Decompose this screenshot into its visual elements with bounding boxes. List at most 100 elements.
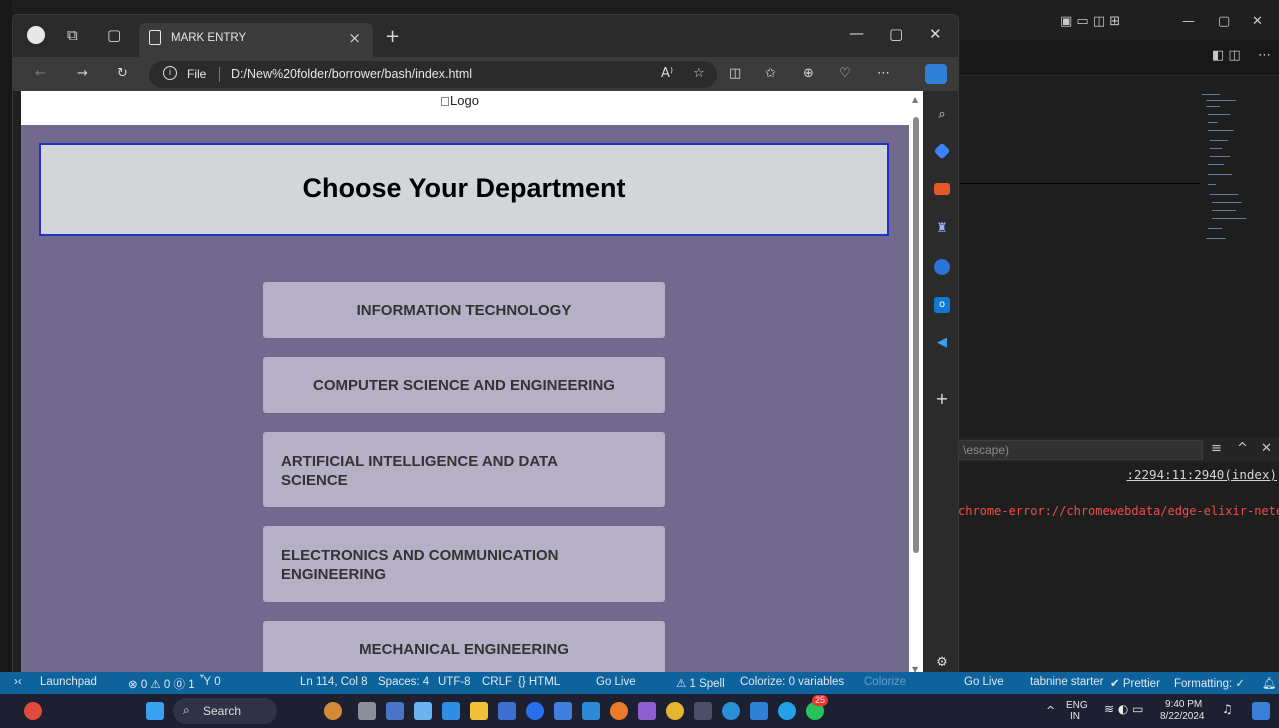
edge-active-icon[interactable] <box>778 702 796 720</box>
launchpad-item[interactable]: Launchpad <box>40 676 97 688</box>
colorize-vars[interactable]: Colorize: 0 variables <box>740 676 844 688</box>
file-explorer-icon[interactable] <box>470 702 488 720</box>
workspaces-icon[interactable]: ⧉ <box>67 26 78 44</box>
dept-button-ece[interactable]: ELECTRONICS AND COMMUNICATION ENGINEERIN… <box>263 526 665 602</box>
zoom-icon[interactable] <box>526 702 544 720</box>
app-icon-2[interactable] <box>694 702 712 720</box>
dept-button-mech[interactable]: MECHANICAL ENGINEERING <box>263 621 665 677</box>
console-filter-input[interactable]: \escape) <box>958 440 1203 460</box>
app-icon-1[interactable] <box>386 702 404 720</box>
add-app-icon[interactable]: + <box>934 391 950 407</box>
formatting-item[interactable]: Formatting: ✓ <box>1174 676 1245 690</box>
taskbar-search[interactable]: ⌕ Search <box>173 698 277 724</box>
task-view-icon[interactable] <box>358 702 376 720</box>
cursor-position[interactable]: Ln 114, Col 8 <box>300 676 368 688</box>
tools-briefcase-icon[interactable] <box>934 183 950 195</box>
games-icon[interactable]: ♜ <box>934 221 950 237</box>
wifi-volume-battery-icon[interactable]: ≋ ◐ ▭ <box>1104 703 1144 715</box>
close-panel-icon[interactable]: ✕ <box>1261 441 1272 456</box>
problems-item[interactable]: ⊗ 0 ⚠ 0 ⓪ 1 <box>128 676 195 692</box>
outlook-icon[interactable]: o <box>934 297 950 313</box>
language-mode[interactable]: {} HTML <box>518 676 560 688</box>
logo-image: Logo <box>441 93 479 108</box>
page-title: Choose Your Department <box>302 173 626 203</box>
minimize-icon[interactable]: — <box>849 24 864 42</box>
close-window-icon[interactable]: ✕ <box>929 25 942 43</box>
tab-mark-entry[interactable]: MARK ENTRY × <box>139 23 373 57</box>
notification-bell-icon[interactable]: ♫ <box>1222 703 1233 715</box>
app-icon-l[interactable] <box>442 702 460 720</box>
back-icon[interactable]: ← <box>35 66 46 81</box>
tab-actions-icon[interactable]: ▢ <box>107 26 121 44</box>
close-tab-icon[interactable]: × <box>348 29 361 47</box>
spell-item[interactable]: ⚠ 1 Spell <box>676 676 725 690</box>
language-bottom[interactable]: IN <box>1070 711 1080 722</box>
new-tab-icon[interactable]: + <box>385 26 400 47</box>
favorites-icon[interactable]: ✩ <box>765 66 776 81</box>
restore-icon[interactable]: ▢ <box>1218 14 1230 29</box>
chevron-up-icon[interactable]: ^ <box>1237 441 1248 456</box>
browser-essentials-icon[interactable]: ♡ <box>839 66 851 81</box>
ports-item[interactable]: Ὗ 0 <box>200 676 221 688</box>
page-scrollbar[interactable]: ▲ ▼ <box>909 91 923 677</box>
copilot-app-icon[interactable] <box>934 259 950 275</box>
colorize-item[interactable]: Colorize <box>864 676 906 688</box>
address-bar[interactable]: i File D:/New%20folder/borrower/bash/ind… <box>149 61 717 88</box>
notifications-icon[interactable]: 🔔︎ <box>1262 676 1277 690</box>
clock-time[interactable]: 9:40 PM <box>1165 699 1202 710</box>
filter-icon[interactable]: ≡ <box>1211 441 1222 456</box>
dept-button-it[interactable]: INFORMATION TECHNOLOGY <box>263 282 665 338</box>
notepad-icon[interactable] <box>554 702 572 720</box>
tabnine-item[interactable]: tabnine starter <box>1030 676 1104 688</box>
profile-avatar-icon[interactable] <box>27 26 45 44</box>
remote-icon[interactable]: ›‹ <box>14 676 22 688</box>
language-top[interactable]: ENG <box>1066 700 1088 711</box>
settings-more-icon[interactable]: ⋯ <box>877 66 890 81</box>
favorite-star-icon[interactable]: ☆ <box>693 66 705 81</box>
shopping-tag-icon[interactable] <box>933 142 951 160</box>
scrollbar-thumb[interactable] <box>913 117 919 553</box>
site-info-icon[interactable]: i <box>163 66 177 80</box>
split-screen-icon[interactable]: ◫ <box>729 66 741 81</box>
maximize-icon[interactable]: ▢ <box>889 25 903 43</box>
more-actions-icon[interactable]: ⋯ <box>1258 48 1271 63</box>
close-icon[interactable]: ✕ <box>1252 14 1263 29</box>
url-text[interactable]: D:/New%20folder/borrower/bash/index.html <box>231 67 472 81</box>
collections-icon[interactable]: ⊕ <box>803 66 814 81</box>
teams-icon[interactable] <box>414 702 432 720</box>
minimap[interactable] <box>1198 90 1258 250</box>
prettier-item[interactable]: ✔ Prettier <box>1110 676 1160 690</box>
sidebar-settings-gear-icon[interactable]: ⚙ <box>934 655 950 671</box>
copilot-tray-icon[interactable] <box>1252 702 1270 720</box>
encoding-item[interactable]: UTF-8 <box>438 676 471 688</box>
forward-icon[interactable]: → <box>77 66 88 81</box>
go-live-button[interactable]: Go Live <box>596 676 636 688</box>
weather-icon[interactable] <box>24 702 42 720</box>
store-icon[interactable] <box>498 702 516 720</box>
edge-icon[interactable] <box>722 702 740 720</box>
layout-toggle-icon[interactable]: ▣ ▭ ◫ ⊞ <box>1060 14 1120 29</box>
eol-item[interactable]: CRLF <box>482 676 512 688</box>
split-editor-icon[interactable]: ◧ ◫ <box>1212 48 1241 63</box>
chrome-icon[interactable] <box>666 702 684 720</box>
console-source-link[interactable]: :2294:11:2940(index) <box>1126 467 1277 482</box>
media-icon[interactable] <box>582 702 600 720</box>
go-live-button-2[interactable]: Go Live <box>964 676 1004 688</box>
search-icon[interactable]: ⌕ <box>934 107 950 123</box>
start-windows-icon[interactable] <box>146 702 164 720</box>
send-drop-icon[interactable]: ◀ <box>934 335 950 351</box>
dept-button-aids[interactable]: ARTIFICIAL INTELLIGENCE AND DATA SCIENCE <box>263 432 665 507</box>
minimize-icon[interactable]: — <box>1182 14 1195 29</box>
clipchamp-icon[interactable] <box>638 702 656 720</box>
refresh-icon[interactable]: ↻ <box>117 66 128 81</box>
firefox-icon[interactable] <box>610 702 628 720</box>
vscode-icon[interactable] <box>750 702 768 720</box>
dept-button-cse[interactable]: COMPUTER SCIENCE AND ENGINEERING <box>263 357 665 413</box>
scroll-up-icon[interactable]: ▲ <box>912 95 918 104</box>
widgets-icon[interactable] <box>324 702 342 720</box>
read-aloud-icon[interactable]: A⁾ <box>661 66 673 81</box>
indent-setting[interactable]: Spaces: 4 <box>378 676 429 688</box>
clock-date[interactable]: 8/22/2024 <box>1160 711 1205 722</box>
tray-chevron-icon[interactable]: ^ <box>1046 705 1055 716</box>
copilot-icon[interactable] <box>925 64 947 84</box>
